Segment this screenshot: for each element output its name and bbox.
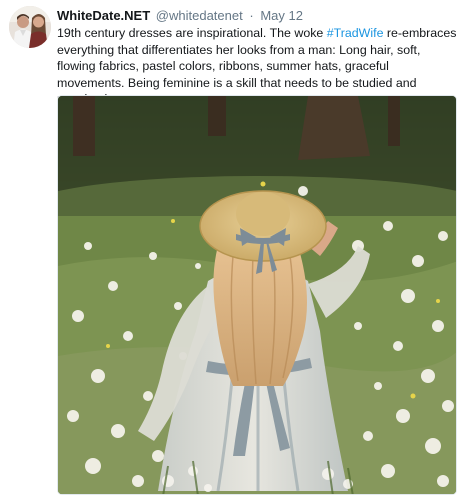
avatar[interactable] [9,6,51,48]
avatar-photo [9,6,51,48]
photo-woman-in-meadow [58,96,456,494]
hashtag-link[interactable]: #TradWife [327,26,384,40]
tweet-card: WhiteDate.NET @whitedatenet · May 12 19t… [0,0,463,500]
tweet-header: WhiteDate.NET @whitedatenet · May 12 [57,8,303,24]
separator-dot: · [249,8,254,23]
display-name[interactable]: WhiteDate.NET [57,8,150,23]
tweet-media-photo[interactable] [57,95,457,495]
user-handle[interactable]: @whitedatenet [156,8,243,23]
tweet-date[interactable]: May 12 [260,8,303,23]
tweet-text-start: 19th century dresses are inspirational. … [57,26,327,40]
